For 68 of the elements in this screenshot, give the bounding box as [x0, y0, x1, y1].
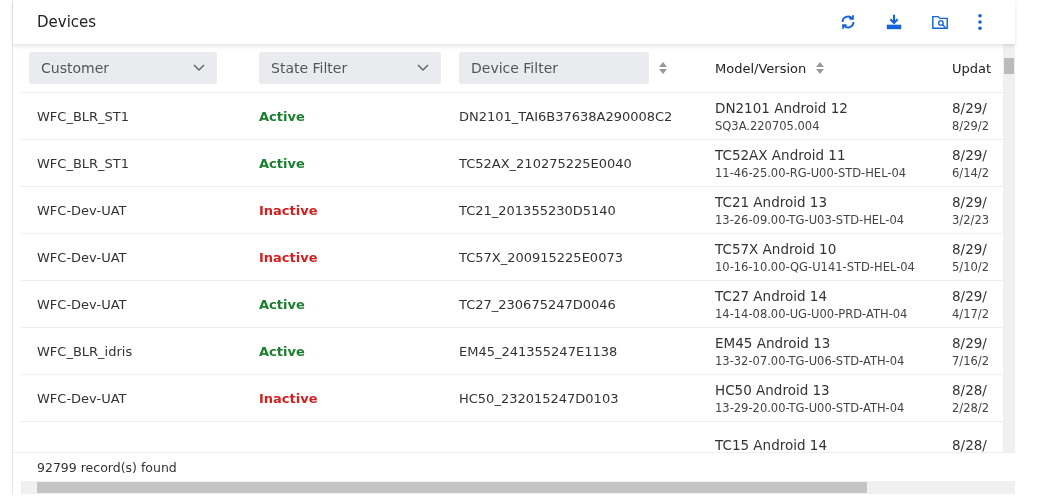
version-cell-text: 10-16-10.00-QG-U141-STD-HEL-04: [715, 259, 916, 274]
folder-search-icon[interactable]: [931, 13, 949, 31]
horizontal-scrollbar[interactable]: [21, 481, 1015, 494]
device-filter-field[interactable]: Device Filter: [459, 52, 649, 84]
model-cell-text: TC57X Android 10: [715, 240, 838, 257]
model-cell-text: DN2101 Android 12: [715, 99, 849, 116]
updated-cell-text: 8/29/: [952, 240, 988, 257]
customer-cell: WFC-Dev-UAT: [37, 249, 127, 265]
state-cell: Inactive: [259, 390, 318, 406]
filter-dropdown[interactable]: State Filter: [259, 52, 441, 84]
model-cell-text: TC52AX Android 11: [715, 146, 847, 163]
customer-cell: WFC-Dev-UAT: [37, 390, 127, 406]
updated-cell-text: 8/29/: [952, 146, 988, 163]
model-cell-text: TC21 Android 13: [715, 193, 828, 210]
updated-cell-text: 8/29/: [952, 193, 988, 210]
state-cell: Active: [259, 155, 305, 171]
updated-cell-text: 3/2/23: [952, 212, 990, 227]
chevron-down-icon: [193, 64, 205, 72]
version-cell-text: 13-32-07.00-TG-U06-STD-ATH-04: [715, 353, 906, 368]
filter-dropdown[interactable]: Customer: [29, 52, 217, 84]
sort-icon[interactable]: [659, 62, 667, 74]
model-cell-text: EM45 Android 13: [715, 334, 832, 351]
model-cell-text: HC50 Android 13: [715, 381, 831, 398]
download-icon[interactable]: [885, 13, 903, 31]
customer-cell: WFC-Dev-UAT: [37, 202, 127, 218]
record-count: 92799 record(s) found: [37, 459, 177, 475]
updated-cell-text: 8/29/2: [952, 118, 990, 133]
device-cell: TC27_230675247D0046: [459, 296, 616, 312]
state-cell: Inactive: [259, 249, 318, 265]
vertical-scrollbar[interactable]: [1003, 44, 1015, 452]
sort-icon[interactable]: [816, 62, 825, 74]
device-cell: TC52AX_210275225E0040: [459, 155, 632, 171]
model-cell-text: TC15 Android 14: [715, 437, 828, 452]
state-cell: Active: [259, 108, 305, 124]
updated-cell-text: 4/17/2: [952, 306, 990, 321]
version-cell-text: SQ3A.220705.004: [715, 118, 821, 133]
device-cell: TC57X_200915225E0073: [459, 249, 623, 265]
state-cell: Active: [259, 343, 305, 359]
updated-cell-text: 5/10/2: [952, 259, 990, 274]
updated-cell-text: 6/14/2: [952, 165, 990, 180]
more-icon[interactable]: [977, 13, 983, 31]
column-header: Updat: [952, 60, 992, 76]
version-cell-text: 14-14-08.00-UG-U00-PRD-ATH-04: [715, 306, 909, 321]
model-cell-text: TC27 Android 14: [715, 287, 828, 304]
updated-cell-text: 8/29/: [952, 287, 988, 304]
version-cell-text: 13-26-09.00-TG-U03-STD-HEL-04: [715, 212, 906, 227]
state-cell: Active: [259, 296, 305, 312]
updated-cell-text: 8/29/: [952, 334, 988, 351]
chevron-down-icon: [417, 64, 429, 72]
updated-cell-text: 7/16/2: [952, 353, 990, 368]
column-header[interactable]: Model/Version: [715, 60, 807, 76]
customer-cell: WFC-Dev-UAT: [37, 296, 127, 312]
updated-cell-text: 8/28/: [952, 437, 988, 452]
device-cell: TC21_201355230D5140: [459, 202, 616, 218]
updated-cell-text: 2/28/2: [952, 400, 990, 415]
customer-cell: WFC_BLR_ST1: [37, 155, 130, 171]
refresh-icon[interactable]: [839, 13, 857, 31]
customer-cell: WFC_BLR_ST1: [37, 108, 130, 124]
updated-cell-text: 8/28/: [952, 381, 988, 398]
version-cell-text: 13-29-20.00-TG-U00-STD-ATH-04: [715, 400, 906, 415]
device-cell: HC50_232015247D0103: [459, 390, 619, 406]
device-cell: EM45_241355247E1138: [459, 343, 618, 359]
version-cell-text: 11-46-25.00-RG-U00-STD-HEL-04: [715, 165, 908, 180]
panel-title: Devices: [37, 13, 97, 31]
updated-cell-text: 8/29/: [952, 99, 988, 116]
state-cell: Inactive: [259, 202, 318, 218]
device-cell: DN2101_TAI6B37638A290008C2: [459, 108, 673, 124]
customer-cell: WFC_BLR_idris: [37, 343, 133, 359]
